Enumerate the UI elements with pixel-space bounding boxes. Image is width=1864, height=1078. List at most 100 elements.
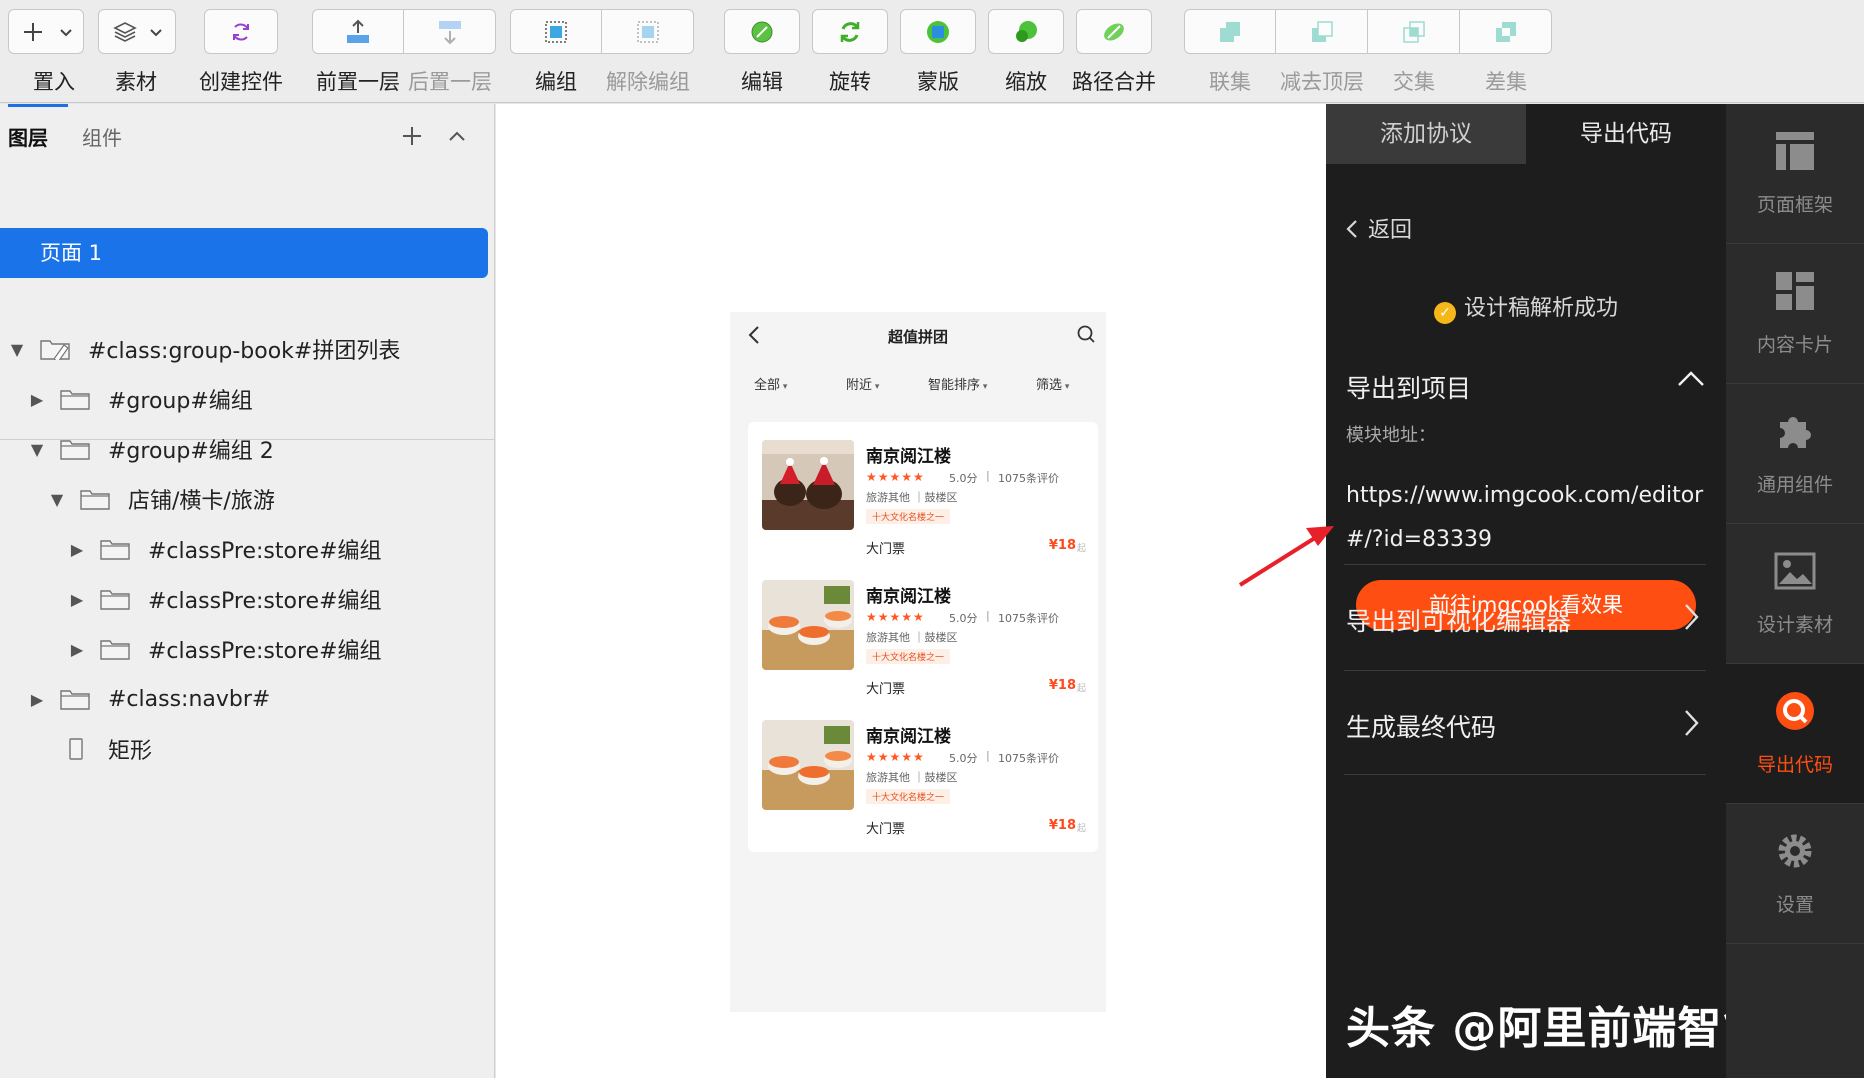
nav-content-card[interactable]: 内容卡片 xyxy=(1726,244,1864,384)
module-address-url[interactable]: https://www.imgcook.com/editor#/?id=8333… xyxy=(1346,474,1706,562)
insert-button[interactable] xyxy=(8,9,84,54)
folder-icon xyxy=(100,590,130,610)
subtract-label: 减去顶层 xyxy=(1280,70,1364,94)
collapsed-triangle-icon[interactable]: ▶ xyxy=(68,640,86,659)
tab-export-code[interactable]: 导出代码 xyxy=(1526,104,1726,164)
collapsed-triangle-icon[interactable]: ▶ xyxy=(68,590,86,609)
nav-label: 内容卡片 xyxy=(1756,334,1833,356)
layer-row[interactable]: ▼ #class:group-book#拼团列表 xyxy=(0,328,401,370)
folder-icon xyxy=(100,640,130,660)
layer-row[interactable]: ▶ #classPre:store#编组 xyxy=(0,528,382,570)
store-name: 南京阅江楼 xyxy=(866,587,951,607)
folder-icon xyxy=(100,540,130,560)
layer-row[interactable]: ▶ #classPre:store#编组 xyxy=(0,578,382,620)
difference-button[interactable] xyxy=(1460,9,1552,54)
store-card[interactable]: 南京阅江楼 ★★★★★ 5.0分 | 1075条评价 旅游其他 ｜鼓楼区 十大文… xyxy=(748,702,1098,852)
nav-common-components[interactable]: 通用组件 xyxy=(1726,384,1864,524)
nav-label: 设计素材 xyxy=(1756,614,1833,636)
filter-filter[interactable]: 筛选 xyxy=(1036,374,1069,393)
send-backward-icon xyxy=(438,20,461,44)
send-backward-button[interactable] xyxy=(404,9,496,54)
layers-panel-tabs: 图层 组件 xyxy=(0,104,494,166)
rating-score: 5.0分 xyxy=(949,612,978,625)
add-page-icon[interactable] xyxy=(400,124,424,148)
store-card[interactable]: 南京阅江楼 ★★★★★ 5.0分 | 1075条评价 旅游其他 ｜鼓楼区 十大文… xyxy=(748,562,1098,712)
store-category: 旅游其他 ｜鼓楼区 xyxy=(866,491,958,504)
layer-row[interactable]: ▶ #classPre:store#编组 xyxy=(0,628,382,670)
star-rating: ★★★★★ xyxy=(866,470,925,484)
intersect-button[interactable] xyxy=(1368,9,1460,54)
subtract-button[interactable] xyxy=(1276,9,1368,54)
scale-button[interactable] xyxy=(988,9,1064,54)
expanded-triangle-icon[interactable]: ▼ xyxy=(48,490,66,509)
back-label: 返回 xyxy=(1368,218,1413,243)
filter-sort[interactable]: 智能排序 xyxy=(928,374,987,393)
layer-row[interactable]: ▼ 店铺/横卡/旅游 xyxy=(0,478,275,520)
active-tab-indicator xyxy=(8,104,68,107)
union-icon xyxy=(1220,21,1240,42)
tab-add-protocol[interactable]: 添加协议 xyxy=(1326,104,1526,164)
difference-icon xyxy=(1495,21,1516,42)
star-rating: ★★★★★ xyxy=(866,610,925,624)
expanded-triangle-icon[interactable]: ▼ xyxy=(28,440,46,459)
assets-button[interactable] xyxy=(98,9,176,54)
layer-row[interactable]: ▶ #group#编组 xyxy=(0,378,253,420)
mask-button[interactable] xyxy=(900,9,976,54)
folder-icon xyxy=(60,440,90,460)
export-visual-editor-label: 导出到可视化编辑器 xyxy=(1346,607,1572,636)
create-control-button[interactable] xyxy=(204,9,278,54)
divider xyxy=(1344,670,1706,671)
edit-button[interactable] xyxy=(724,9,800,54)
chevron-up-icon[interactable] xyxy=(1676,369,1706,389)
nav-settings[interactable]: 设置 xyxy=(1726,804,1864,944)
separator: | xyxy=(986,609,990,622)
back-button[interactable]: 返回 xyxy=(1344,212,1412,244)
tab-components[interactable]: 组件 xyxy=(82,122,122,151)
toolbar: 置入 素材 创建控件 前置一层 后置一层 编组 解除编组 编辑 旋转 蒙版 缩放… xyxy=(0,0,1864,103)
expanded-triangle-icon[interactable]: ▼ xyxy=(8,340,26,359)
layer-row[interactable]: ▶ #class:navbr# xyxy=(0,678,271,720)
bring-forward-button[interactable] xyxy=(312,9,404,54)
filter-nearby[interactable]: 附近 xyxy=(846,374,879,393)
layer-row[interactable]: ▼ #group#编组 2 xyxy=(0,428,274,470)
nav-export-code[interactable]: 导出代码 xyxy=(1726,664,1864,804)
collapsed-triangle-icon[interactable]: ▶ xyxy=(28,390,46,409)
review-count: 1075条评价 xyxy=(998,612,1059,625)
group-button[interactable] xyxy=(510,9,602,54)
review-count: 1075条评价 xyxy=(998,752,1059,765)
review-count: 1075条评价 xyxy=(998,472,1059,485)
layer-label: #group#编组 2 xyxy=(108,439,274,464)
nav-page-frame[interactable]: 页面框架 xyxy=(1726,104,1864,244)
page-item-1[interactable]: 页面 1 xyxy=(0,228,488,278)
tab-layers[interactable]: 图层 xyxy=(8,122,48,151)
filter-all[interactable]: 全部 xyxy=(754,374,787,393)
collapsed-triangle-icon[interactable]: ▶ xyxy=(68,540,86,559)
nav-label: 页面框架 xyxy=(1756,194,1833,216)
ticket-type: 大门票 xyxy=(866,822,906,837)
phone-navbar: 超值拼团 xyxy=(730,312,1106,360)
generate-final-code-row[interactable]: 生成最终代码 xyxy=(1346,708,1708,744)
chevron-down-icon xyxy=(150,28,162,36)
layer-label: #classPre:store#编组 xyxy=(148,589,382,614)
export-visual-editor-row[interactable]: 导出到可视化编辑器 xyxy=(1346,602,1708,638)
rotate-button[interactable] xyxy=(812,9,888,54)
layer-label: #classPre:store#编组 xyxy=(148,539,382,564)
layers-icon xyxy=(113,21,137,42)
parse-success-text: 设计稿解析成功 xyxy=(1463,296,1618,321)
intersect-label: 交集 xyxy=(1393,70,1435,94)
nav-design-assets[interactable]: 设计素材 xyxy=(1726,524,1864,664)
store-card[interactable]: 南京阅江楼 ★★★★★ 5.0分 | 1075条评价 旅游其他 ｜鼓楼区 十大文… xyxy=(748,422,1098,572)
filter-bar: 全部 附近 智能排序 筛选 xyxy=(730,360,1106,406)
artboard-preview[interactable]: 超值拼团 全部 附近 智能排序 筛选 南京阅江楼 ★★★★★ 5.0分 | 10… xyxy=(730,312,1106,1012)
search-icon[interactable] xyxy=(1076,324,1096,344)
chevron-up-icon[interactable] xyxy=(446,126,468,148)
insert-label: 置入 xyxy=(33,70,75,94)
ungroup-button[interactable] xyxy=(602,9,694,54)
path-merge-button[interactable] xyxy=(1076,9,1152,54)
layer-label: #classPre:store#编组 xyxy=(148,639,382,664)
union-button[interactable] xyxy=(1184,9,1276,54)
scale-icon xyxy=(1016,20,1037,42)
collapsed-triangle-icon[interactable]: ▶ xyxy=(28,690,46,709)
layer-row[interactable]: 矩形 xyxy=(0,728,152,770)
export-to-project-title[interactable]: 导出到项目 xyxy=(1346,369,1471,405)
